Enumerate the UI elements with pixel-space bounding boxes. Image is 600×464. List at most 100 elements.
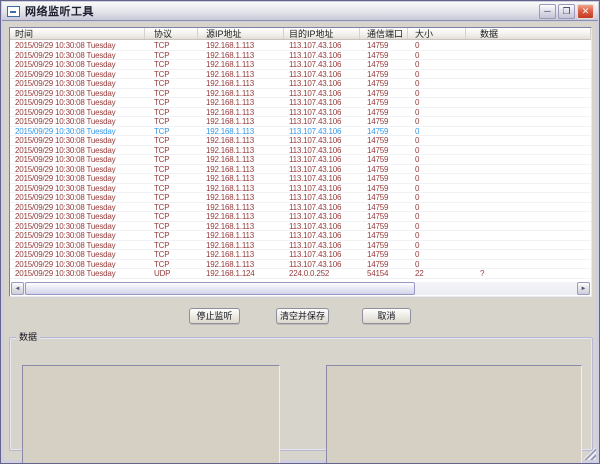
table-cell: 113.107.43.106 <box>284 212 360 221</box>
data-groupbox-label: 数据 <box>16 332 40 342</box>
table-cell: 2015/09/29 10:30:08 Tuesday <box>10 241 145 250</box>
table-cell: 2015/09/29 10:30:08 Tuesday <box>10 41 145 50</box>
table-cell <box>466 241 591 250</box>
stop-listening-button[interactable]: 停止监听 <box>189 308 240 324</box>
scrollbar-thumb[interactable] <box>25 282 415 295</box>
table-cell: 113.107.43.106 <box>284 108 360 117</box>
column-header-dest-ip[interactable]: 目的IP地址 <box>284 28 360 39</box>
table-cell: 0 <box>408 127 466 136</box>
table-cell: 113.107.43.106 <box>284 127 360 136</box>
table-row[interactable]: 2015/09/29 10:30:08 TuesdayTCP192.168.1.… <box>10 250 591 260</box>
table-cell: 113.107.43.106 <box>284 79 360 88</box>
table-cell: 192.168.1.113 <box>198 136 284 145</box>
table-cell: TCP <box>145 79 198 88</box>
table-cell: 2015/09/29 10:30:08 Tuesday <box>10 174 145 183</box>
horizontal-scrollbar[interactable]: ◄ ► <box>11 282 590 295</box>
table-cell: 0 <box>408 165 466 174</box>
table-row[interactable]: 2015/09/29 10:30:08 TuesdayTCP192.168.1.… <box>10 260 591 270</box>
table-row[interactable]: 2015/09/29 10:30:08 TuesdayTCP192.168.1.… <box>10 117 591 127</box>
table-row[interactable]: 2015/09/29 10:30:08 TuesdayTCP192.168.1.… <box>10 60 591 70</box>
table-row[interactable]: 2015/09/29 10:30:08 TuesdayTCP192.168.1.… <box>10 231 591 241</box>
clear-and-save-button[interactable]: 清空并保存 <box>276 308 329 324</box>
table-cell: 113.107.43.106 <box>284 70 360 79</box>
column-header-source-ip[interactable]: 源IP地址 <box>198 28 284 39</box>
table-cell <box>466 184 591 193</box>
table-cell: 22 <box>408 269 466 278</box>
table-row[interactable]: 2015/09/29 10:30:08 TuesdayTCP192.168.1.… <box>10 51 591 61</box>
table-cell: 192.168.1.113 <box>198 98 284 107</box>
table-cell: 2015/09/29 10:30:08 Tuesday <box>10 260 145 269</box>
cancel-button[interactable]: 取消 <box>362 308 411 324</box>
table-cell: TCP <box>145 70 198 79</box>
table-cell <box>466 155 591 164</box>
table-cell: 2015/09/29 10:30:08 Tuesday <box>10 231 145 240</box>
raw-data-textarea[interactable] <box>22 365 280 464</box>
table-cell: 0 <box>408 108 466 117</box>
table-cell: 0 <box>408 212 466 221</box>
table-cell: 0 <box>408 98 466 107</box>
table-cell: 192.168.1.113 <box>198 174 284 183</box>
table-cell: 113.107.43.106 <box>284 41 360 50</box>
table-cell <box>466 222 591 231</box>
table-cell <box>466 231 591 240</box>
table-cell: 2015/09/29 10:30:08 Tuesday <box>10 193 145 202</box>
column-header-time[interactable]: 时间 <box>10 28 145 39</box>
table-row[interactable]: 2015/09/29 10:30:08 TuesdayTCP192.168.1.… <box>10 41 591 51</box>
packet-table-body: 2015/09/29 10:30:08 TuesdayTCP192.168.1.… <box>10 41 591 282</box>
table-row[interactable]: 2015/09/29 10:30:08 TuesdayTCP192.168.1.… <box>10 241 591 251</box>
table-cell: TCP <box>145 117 198 126</box>
column-header-protocol[interactable]: 协议 <box>145 28 198 39</box>
column-header-port[interactable]: 通信端口 <box>360 28 408 39</box>
scroll-left-icon[interactable]: ◄ <box>11 282 24 295</box>
table-row[interactable]: 2015/09/29 10:30:08 TuesdayTCP192.168.1.… <box>10 212 591 222</box>
table-row[interactable]: 2015/09/29 10:30:08 TuesdayTCP192.168.1.… <box>10 174 591 184</box>
table-cell <box>466 41 591 50</box>
decrypted-data-textarea[interactable] <box>326 365 582 464</box>
table-row[interactable]: 2015/09/29 10:30:08 TuesdayTCP192.168.1.… <box>10 193 591 203</box>
table-row[interactable]: 2015/09/29 10:30:08 TuesdayTCP192.168.1.… <box>10 165 591 175</box>
table-cell: 14759 <box>360 250 408 259</box>
table-cell: 14759 <box>360 155 408 164</box>
table-cell: 113.107.43.106 <box>284 174 360 183</box>
minimize-button[interactable]: ─ <box>539 4 556 19</box>
table-cell: 14759 <box>360 222 408 231</box>
table-row[interactable]: 2015/09/29 10:30:08 TuesdayTCP192.168.1.… <box>10 79 591 89</box>
table-cell: 0 <box>408 41 466 50</box>
table-row[interactable]: 2015/09/29 10:30:08 TuesdayTCP192.168.1.… <box>10 98 591 108</box>
table-cell: 0 <box>408 136 466 145</box>
table-row[interactable]: 2015/09/29 10:30:08 TuesdayTCP192.168.1.… <box>10 89 591 99</box>
table-cell: 14759 <box>360 41 408 50</box>
table-cell: 14759 <box>360 260 408 269</box>
table-row[interactable]: 2015/09/29 10:30:08 TuesdayTCP192.168.1.… <box>10 184 591 194</box>
table-cell: 2015/09/29 10:30:08 Tuesday <box>10 108 145 117</box>
table-cell: TCP <box>145 60 198 69</box>
table-row[interactable]: 2015/09/29 10:30:08 TuesdayTCP192.168.1.… <box>10 203 591 213</box>
maximize-button[interactable]: ❐ <box>558 4 575 19</box>
table-cell <box>466 98 591 107</box>
table-row[interactable]: 2015/09/29 10:30:08 TuesdayTCP192.168.1.… <box>10 222 591 232</box>
table-row[interactable]: 2015/09/29 10:30:08 TuesdayTCP192.168.1.… <box>10 155 591 165</box>
table-row[interactable]: 2015/09/29 10:30:08 TuesdayTCP192.168.1.… <box>10 127 591 137</box>
table-cell: 192.168.1.113 <box>198 41 284 50</box>
table-cell: 14759 <box>360 174 408 183</box>
table-cell: 14759 <box>360 60 408 69</box>
table-cell: 2015/09/29 10:30:08 Tuesday <box>10 79 145 88</box>
column-header-size[interactable]: 大小 <box>408 28 466 39</box>
table-cell: 2015/09/29 10:30:08 Tuesday <box>10 203 145 212</box>
table-row[interactable]: 2015/09/29 10:30:08 TuesdayTCP192.168.1.… <box>10 146 591 156</box>
table-row[interactable]: 2015/09/29 10:30:08 TuesdayTCP192.168.1.… <box>10 70 591 80</box>
table-cell: TCP <box>145 260 198 269</box>
table-cell: 14759 <box>360 98 408 107</box>
table-cell: 2015/09/29 10:30:08 Tuesday <box>10 117 145 126</box>
scroll-right-icon[interactable]: ► <box>577 282 590 295</box>
table-cell <box>466 117 591 126</box>
table-cell: 192.168.1.113 <box>198 51 284 60</box>
column-header-data[interactable]: 数据 <box>466 28 591 39</box>
table-cell: 192.168.1.113 <box>198 117 284 126</box>
table-row[interactable]: 2015/09/29 10:30:08 TuesdayTCP192.168.1.… <box>10 108 591 118</box>
close-button[interactable]: ✕ <box>577 4 594 19</box>
packet-listview: 时间 协议 源IP地址 目的IP地址 通信端口 大小 数据 2015/09/29… <box>9 27 592 297</box>
table-cell: 14759 <box>360 79 408 88</box>
table-row[interactable]: 2015/09/29 10:30:08 TuesdayUDP192.168.1.… <box>10 269 591 279</box>
table-row[interactable]: 2015/09/29 10:30:08 TuesdayTCP192.168.1.… <box>10 136 591 146</box>
